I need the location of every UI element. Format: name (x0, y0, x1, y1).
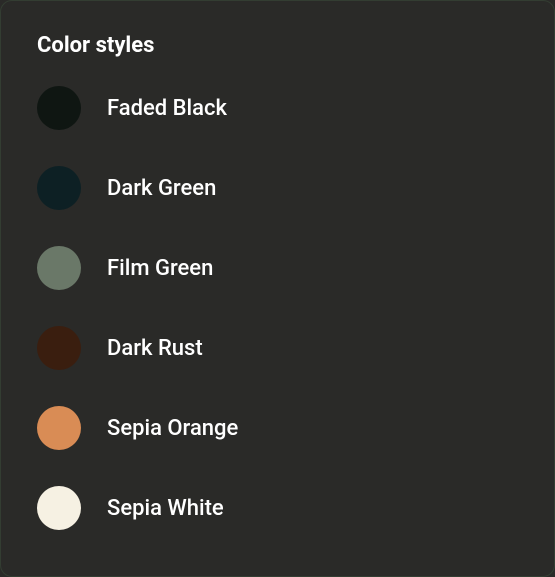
style-item-sepia-orange[interactable]: Sepia Orange (37, 406, 518, 450)
color-swatch-icon (37, 486, 81, 530)
style-item-faded-black[interactable]: Faded Black (37, 86, 518, 130)
color-swatch-icon (37, 406, 81, 450)
color-swatch-icon (37, 86, 81, 130)
style-label: Sepia White (107, 496, 224, 521)
color-swatch-icon (37, 166, 81, 210)
style-item-sepia-white[interactable]: Sepia White (37, 486, 518, 530)
color-styles-panel: Color styles Faded Black Dark Green Film… (37, 33, 518, 530)
style-list: Faded Black Dark Green Film Green Dark R… (37, 86, 518, 530)
style-item-film-green[interactable]: Film Green (37, 246, 518, 290)
style-label: Dark Green (107, 176, 216, 201)
color-swatch-icon (37, 326, 81, 370)
style-item-dark-rust[interactable]: Dark Rust (37, 326, 518, 370)
color-swatch-icon (37, 246, 81, 290)
panel-title: Color styles (37, 33, 518, 58)
style-label: Faded Black (107, 96, 227, 121)
style-label: Dark Rust (107, 336, 203, 361)
style-label: Film Green (107, 256, 213, 281)
style-label: Sepia Orange (107, 416, 238, 441)
style-item-dark-green[interactable]: Dark Green (37, 166, 518, 210)
